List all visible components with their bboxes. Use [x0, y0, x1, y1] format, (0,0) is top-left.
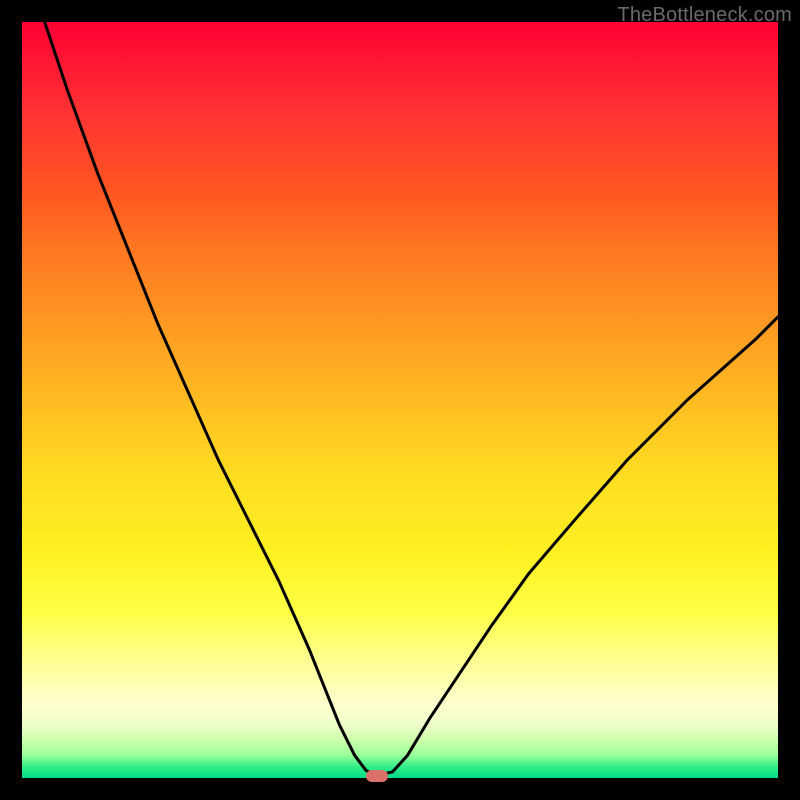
watermark-text: TheBottleneck.com: [617, 4, 792, 27]
plot-area: [22, 22, 778, 778]
minimum-marker: [366, 770, 388, 782]
curve-svg: [22, 22, 778, 778]
bottleneck-curve-path: [45, 22, 778, 774]
chart-container: TheBottleneck.com: [0, 0, 800, 800]
